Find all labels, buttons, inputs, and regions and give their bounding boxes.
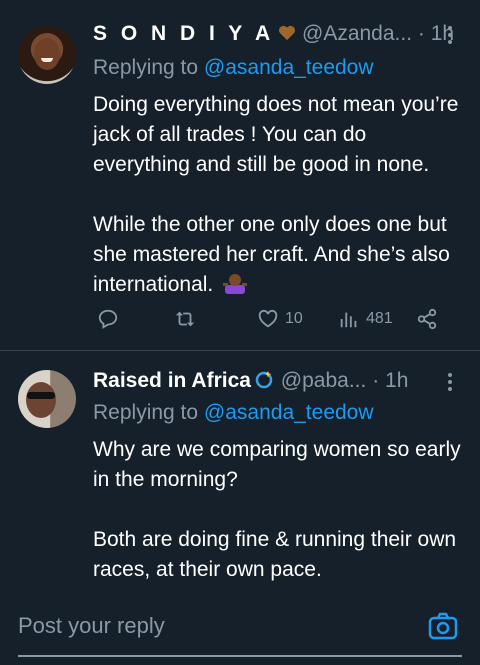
- replying-prefix: Replying to: [93, 56, 199, 79]
- display-name[interactable]: Raised in Africa: [93, 369, 251, 392]
- handle[interactable]: @paba...: [281, 369, 367, 392]
- analytics-icon: [340, 312, 357, 328]
- reply-composer: Post your reply: [0, 587, 480, 665]
- separator-dot: ·: [417, 22, 425, 45]
- tweet-text: Doing everything does not mean you’re ja…: [93, 90, 463, 300]
- retweet-icon: [175, 311, 195, 327]
- avatar[interactable]: [18, 370, 76, 428]
- reply-input[interactable]: Post your reply: [18, 613, 165, 639]
- views-count: 481: [366, 310, 393, 327]
- tweet-paragraph: While the other one only does one but sh…: [93, 213, 450, 296]
- dizzy-icon: [255, 371, 273, 389]
- replying-to: Replying to @asanda_teedow: [93, 56, 374, 80]
- reply-input-underline: [18, 655, 462, 657]
- more-options-icon[interactable]: [448, 26, 452, 47]
- tweet-paragraph: Both are doing fine & running their own …: [93, 528, 457, 581]
- mention-link[interactable]: @asanda_teedow: [204, 56, 374, 79]
- tweet-actions: 10 481: [0, 308, 480, 334]
- more-options-icon[interactable]: [448, 373, 452, 394]
- tweet-header: S O N D I Y A @Azanda... · 1h: [93, 22, 480, 52]
- retweet-button[interactable]: [174, 308, 196, 330]
- tweet-header: Raised in Africa @paba... · 1h: [93, 369, 480, 399]
- shrugging-emoji-icon: [223, 274, 248, 294]
- share-button[interactable]: [416, 308, 438, 330]
- display-name[interactable]: S O N D I Y A: [93, 22, 274, 45]
- avatar[interactable]: [18, 26, 76, 84]
- share-icon: [417, 308, 437, 330]
- heart-icon: [258, 309, 278, 328]
- views-button[interactable]: 481: [338, 308, 393, 330]
- like-button[interactable]: 10: [257, 308, 303, 330]
- mention-link[interactable]: @asanda_teedow: [204, 401, 374, 424]
- tweet[interactable]: Raised in Africa @paba... · 1h Replying …: [0, 351, 480, 587]
- handle[interactable]: @Azanda...: [302, 22, 412, 45]
- camera-icon[interactable]: [428, 611, 458, 641]
- reply-icon: [98, 309, 118, 329]
- timestamp[interactable]: 1h: [385, 369, 408, 392]
- separator-dot: ·: [372, 369, 380, 392]
- tweet-paragraph: Doing everything does not mean you’re ja…: [93, 93, 459, 176]
- replying-prefix: Replying to: [93, 401, 199, 424]
- like-count: 10: [285, 310, 303, 327]
- reply-button[interactable]: [97, 308, 119, 330]
- tweet[interactable]: S O N D I Y A @Azanda... · 1h Replying t…: [0, 0, 480, 350]
- brown-heart-icon: [279, 25, 296, 41]
- tweet-text: Why are we comparing women so early in t…: [93, 435, 463, 585]
- tweet-paragraph: Why are we comparing women so early in t…: [93, 438, 461, 491]
- replying-to: Replying to @asanda_teedow: [93, 401, 374, 425]
